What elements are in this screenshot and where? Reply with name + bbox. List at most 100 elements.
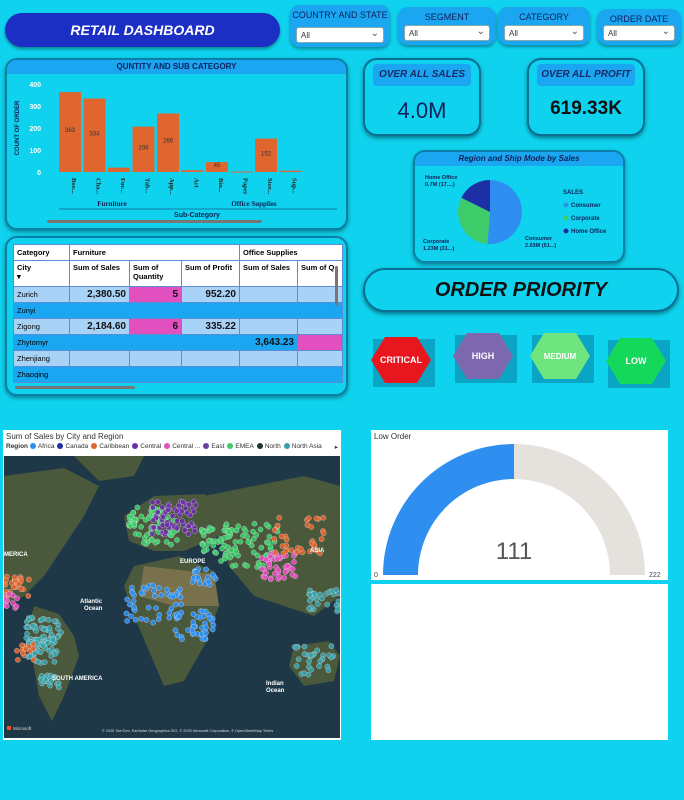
bar[interactable] <box>230 171 253 173</box>
map-point[interactable] <box>51 618 58 624</box>
map-point[interactable] <box>307 592 313 598</box>
map-point[interactable] <box>164 521 170 528</box>
map-point[interactable] <box>143 617 150 623</box>
map-point[interactable] <box>253 532 260 538</box>
map-point[interactable] <box>276 515 282 521</box>
map-point[interactable] <box>195 574 201 581</box>
map-point[interactable] <box>153 605 159 611</box>
map-point[interactable] <box>25 624 31 631</box>
map-point[interactable] <box>173 508 180 514</box>
map-point[interactable] <box>204 541 210 548</box>
map-point[interactable] <box>274 522 281 529</box>
map-point[interactable] <box>271 536 278 542</box>
map-point[interactable] <box>282 569 289 575</box>
map-point[interactable] <box>266 561 272 567</box>
map-point[interactable] <box>140 584 147 591</box>
map-point[interactable] <box>284 563 291 569</box>
map-point[interactable] <box>311 542 318 548</box>
map-point[interactable] <box>150 504 156 511</box>
map-point[interactable] <box>203 630 209 636</box>
map-point[interactable] <box>129 590 136 596</box>
map-point[interactable] <box>313 515 320 522</box>
map-point[interactable] <box>317 658 324 664</box>
map-point[interactable] <box>266 533 273 540</box>
category-slicer[interactable]: CATEGORY All ⌄ <box>498 7 590 45</box>
map-point[interactable] <box>156 611 163 618</box>
map-point[interactable] <box>263 521 270 528</box>
map-point[interactable] <box>324 601 330 608</box>
table-row[interactable]: Zhenjiang <box>13 350 343 367</box>
map-point[interactable] <box>209 626 216 633</box>
map-point[interactable] <box>221 535 228 541</box>
priority-high-button[interactable]: HIGH <box>451 331 517 388</box>
map-point[interactable] <box>30 645 37 652</box>
map-point[interactable] <box>159 504 165 511</box>
map-point[interactable] <box>274 555 281 562</box>
segment-slicer[interactable]: SEGMENT All ⌄ <box>398 7 496 45</box>
map-point[interactable] <box>138 513 145 520</box>
map-point[interactable] <box>186 523 192 529</box>
map-point[interactable] <box>276 574 283 580</box>
map-point[interactable] <box>149 536 155 543</box>
map-point[interactable] <box>242 528 249 535</box>
map-point[interactable] <box>151 593 158 599</box>
order-date-dropdown[interactable]: All ⌄ <box>603 25 675 41</box>
column-header[interactable]: City ▾ <box>13 260 70 287</box>
map-point[interactable] <box>301 651 308 657</box>
map-point[interactable] <box>168 541 174 548</box>
map-point[interactable] <box>301 643 308 650</box>
map-point[interactable] <box>149 499 156 506</box>
map-point[interactable] <box>259 566 265 572</box>
map-point[interactable] <box>19 650 26 656</box>
legend-next-icon[interactable]: ▸ <box>335 443 338 451</box>
map-point[interactable] <box>227 554 233 561</box>
map-point[interactable] <box>150 619 156 626</box>
map-point[interactable] <box>156 585 162 591</box>
map-point[interactable] <box>199 608 206 615</box>
map-point[interactable] <box>124 618 130 624</box>
table-row[interactable]: Zigong 2,184.60 6 335.22 <box>13 318 343 335</box>
map-point[interactable] <box>265 539 272 546</box>
map-point[interactable] <box>138 589 145 596</box>
map-point[interactable] <box>200 528 207 535</box>
map-point[interactable] <box>42 659 48 665</box>
map-point[interactable] <box>44 640 51 646</box>
map-point[interactable] <box>155 499 161 505</box>
map-point[interactable] <box>11 574 18 581</box>
map-point[interactable] <box>150 582 156 589</box>
map-point[interactable] <box>193 569 200 575</box>
map-point[interactable] <box>130 598 137 604</box>
map-point[interactable] <box>288 547 295 554</box>
map-point[interactable] <box>45 617 52 623</box>
table-row[interactable]: Zhytomyr 3,643.23 <box>13 334 343 351</box>
map-point[interactable] <box>315 601 321 607</box>
legend-item[interactable]: Central ... <box>164 443 200 450</box>
map-point[interactable] <box>127 523 134 529</box>
bar[interactable] <box>279 170 302 172</box>
map-point[interactable] <box>289 571 296 578</box>
map-point[interactable] <box>158 592 165 598</box>
map-point[interactable] <box>196 580 203 587</box>
priority-low-button[interactable]: LOW <box>604 336 670 393</box>
world-map[interactable]: MERICAEUROPEASIAAtlanticOceanIndianOcean… <box>4 456 340 738</box>
map-point[interactable] <box>308 652 314 659</box>
map-point[interactable] <box>173 601 179 608</box>
map-point[interactable] <box>166 614 173 621</box>
map-point[interactable] <box>258 544 265 551</box>
map-point[interactable] <box>218 558 224 564</box>
map-point[interactable] <box>30 657 37 663</box>
map-point[interactable] <box>311 590 318 597</box>
legend-item[interactable]: Africa <box>29 443 54 450</box>
map-point[interactable] <box>177 594 184 600</box>
map-point[interactable] <box>189 579 196 585</box>
map-point[interactable] <box>138 524 144 530</box>
legend-item[interactable]: North <box>256 443 281 450</box>
map-point[interactable] <box>149 531 155 537</box>
map-point[interactable] <box>29 622 36 629</box>
map-point[interactable] <box>151 524 157 531</box>
map-point[interactable] <box>291 559 297 565</box>
priority-critical-button[interactable]: CRITICAL <box>369 335 435 392</box>
map-point[interactable] <box>301 670 308 676</box>
map-point[interactable] <box>191 528 198 534</box>
horizontal-scrollbar[interactable] <box>47 220 262 223</box>
